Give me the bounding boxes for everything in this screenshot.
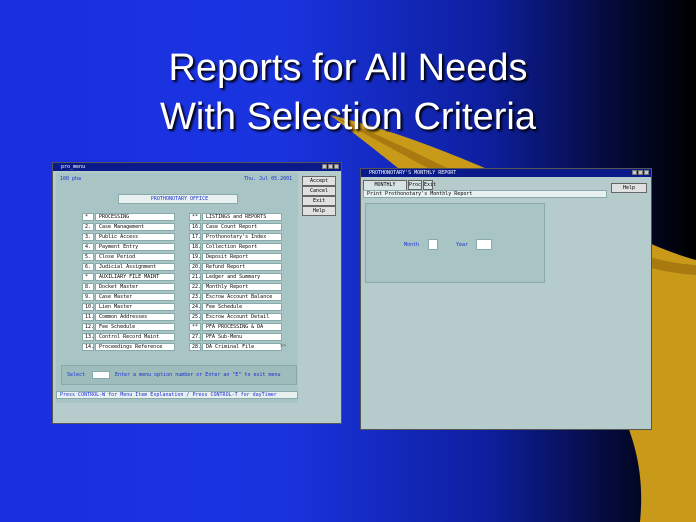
accept-button[interactable]: Accept [302, 176, 336, 186]
menu-item-number: 23. [189, 293, 201, 301]
close-icon[interactable] [644, 170, 649, 175]
menu-item-number: 2. [82, 223, 94, 231]
menu-item[interactable]: Public Access [95, 233, 175, 241]
menu-panel: 100 pha Thu. Jul 05.2001 PROTHONOTARY OF… [56, 173, 298, 403]
menu-item-number: 10. [82, 303, 94, 311]
menu-exit[interactable]: Exit [423, 180, 436, 190]
menu-item-number: ** [189, 323, 201, 331]
menu-proc[interactable]: Proc [408, 180, 422, 190]
menu-item[interactable]: Fee Schedule [95, 323, 175, 331]
menu-item[interactable]: Close Period [95, 253, 175, 261]
menu-item-number: 28. [189, 343, 201, 351]
menu-item-number: 27. [189, 333, 201, 341]
user-code: 100 pha [60, 176, 82, 182]
menu-item-number: 3. [82, 233, 94, 241]
menu-item-number: 11. [82, 313, 94, 321]
menu-item[interactable]: Case Count Report [202, 223, 282, 231]
menu-item[interactable]: Proceedings Reference [95, 343, 175, 351]
menu-item[interactable]: DA Criminal File [202, 343, 282, 351]
menu-item[interactable]: Ledger and Summary [202, 273, 282, 281]
menu-item[interactable]: LISTINGS and REPORTS [202, 213, 282, 221]
menu-item[interactable]: Escrow Account Balance [202, 293, 282, 301]
menu-item-number: * [82, 273, 94, 281]
slide-title-line-2: With Selection Criteria [160, 96, 536, 138]
maximize-icon[interactable] [328, 164, 333, 169]
menu-item[interactable]: Deposit Report [202, 253, 282, 261]
menu-item-number: 14. [82, 343, 94, 351]
year-input[interactable] [476, 239, 492, 250]
menu-item[interactable]: PROCESSING [95, 213, 175, 221]
menu-item[interactable]: Fee Schedule [202, 303, 282, 311]
month-label: Month [404, 242, 420, 248]
minimize-icon[interactable] [322, 164, 327, 169]
menu-item[interactable]: Payment Entry [95, 243, 175, 251]
menu-item[interactable]: Common Addresses [95, 313, 175, 321]
menu-item-number: ** [189, 213, 201, 221]
menu-item-number: 8. [82, 283, 94, 291]
window-titlebar: pro_menu [53, 163, 341, 171]
menu-item[interactable]: PFA Sub-Menu [202, 333, 282, 341]
help-button[interactable]: Help [611, 183, 647, 193]
menu-item-number: 18. [189, 243, 201, 251]
menu-item-number: 22. [189, 283, 201, 291]
menu-item[interactable]: PFA PROCESSING & DA [202, 323, 282, 331]
current-date: Thu. Jul 05.2001 [244, 176, 293, 182]
menu-item-number: 21. [189, 273, 201, 281]
menu-item-number: 9. [82, 293, 94, 301]
menu-item[interactable]: Escrow Account Detail [202, 313, 282, 321]
menu-item-number: 16. [189, 223, 201, 231]
help-button[interactable]: Help [302, 206, 336, 216]
menu-item-number: 12. [82, 323, 94, 331]
menu-item[interactable]: Docket Master [95, 283, 175, 291]
menu-item[interactable]: AUXILIARY FILE MAINT [95, 273, 175, 281]
menu-item-number: 25. [189, 313, 201, 321]
office-header: PROTHONOTARY OFFICE [118, 194, 238, 204]
month-input[interactable] [428, 239, 438, 250]
menu-item[interactable]: Case Management [95, 223, 175, 231]
menu-item-number: * [82, 213, 94, 221]
menu-item-number: 24. [189, 303, 201, 311]
menu-item[interactable]: Prothonotary's Index [202, 233, 282, 241]
menu-item[interactable]: Control Record Maint [95, 333, 175, 341]
menu-item[interactable]: Lien Master [95, 303, 175, 311]
menu-item-number: 17. [189, 233, 201, 241]
menu-item-number: 19. [189, 253, 201, 261]
exit-button[interactable]: Exit [302, 196, 336, 206]
year-label: Year [456, 242, 469, 248]
monthly-report-window: PROTHONOTARY'S MONTHLY REPORT MONTHLY RE… [360, 168, 652, 430]
select-label: Select [67, 372, 86, 378]
window-titlebar: PROTHONOTARY'S MONTHLY REPORT [361, 169, 651, 177]
minimize-icon[interactable] [632, 170, 637, 175]
menu-item-number: 4. [82, 243, 94, 251]
menu-item[interactable]: Collection Report [202, 243, 282, 251]
report-description: Print Prothonotary's Monthly Report [363, 190, 607, 198]
menu-item[interactable]: Monthly Report [202, 283, 282, 291]
menu-item-number: 20. [189, 263, 201, 271]
menu-item[interactable]: Refund Report [202, 263, 282, 271]
close-icon[interactable] [334, 164, 339, 169]
status-footer: Press CONTROL-W for Menu Item Explanatio… [56, 391, 298, 399]
criteria-panel: Month Year [365, 203, 545, 283]
more-arrow-icon[interactable]: >> [280, 343, 286, 349]
menu-option-input[interactable] [92, 371, 110, 379]
select-hint: Enter a menu option number or Enter an "… [115, 372, 281, 378]
slide-title-line-1: Reports for All Needs [168, 47, 528, 89]
menu-item[interactable]: Judicial Assignment [95, 263, 175, 271]
maximize-icon[interactable] [638, 170, 643, 175]
select-bar: Select Enter a menu option number or Ent… [61, 365, 297, 385]
menu-item-number: 13. [82, 333, 94, 341]
menu-item-number: 6. [82, 263, 94, 271]
prothonotary-menu-window: pro_menu 100 pha Thu. Jul 05.2001 PROTHO… [52, 162, 342, 424]
cancel-button[interactable]: Cancel [302, 186, 336, 196]
menu-item-number: 5. [82, 253, 94, 261]
menu-item[interactable]: Case Master [95, 293, 175, 301]
